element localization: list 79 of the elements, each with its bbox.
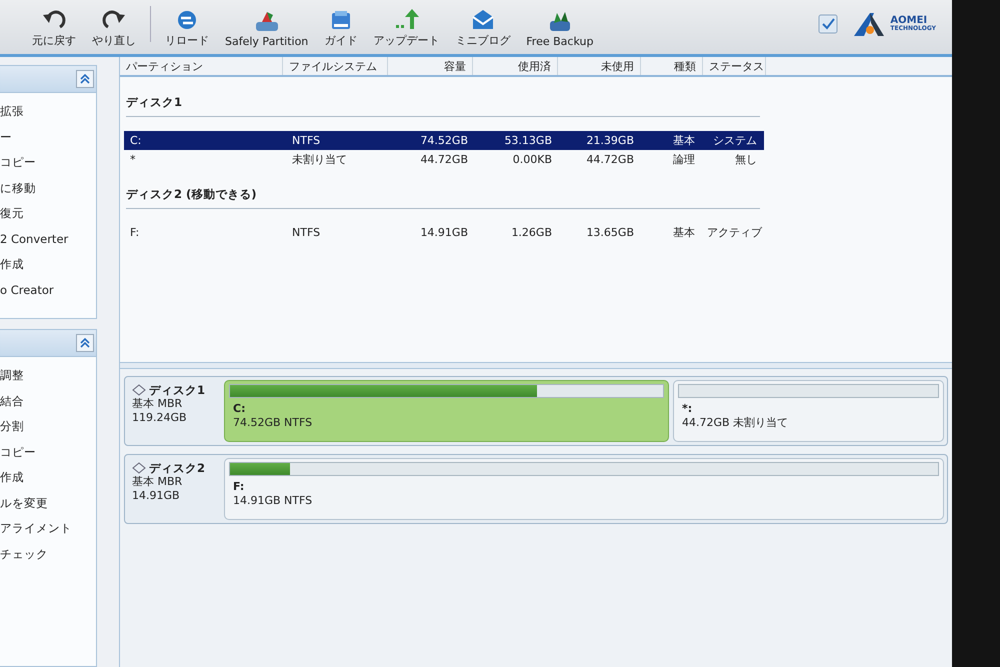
disk-name: ディスク1 (149, 383, 206, 397)
disk-size: 14.91GB (132, 489, 181, 503)
sidebar-item[interactable]: コピー (0, 150, 96, 176)
sidebar-item[interactable]: アライメント (0, 516, 96, 542)
disk-size: 119.24GB (132, 411, 188, 425)
table-cell-text: 基本 (672, 225, 696, 240)
column-header[interactable]: ファイルシステム (283, 57, 388, 75)
partition-block[interactable]: C: 74.52GB NTFS (224, 380, 669, 442)
table-cell-text: 13.65GB (585, 226, 635, 239)
table-cell-text: システム (712, 133, 758, 148)
sidebar-item[interactable]: 作成 (0, 252, 96, 278)
toolbar-button[interactable]: アップデート (365, 7, 448, 48)
toolbar-button[interactable]: ガイド (316, 7, 366, 48)
column-header[interactable]: 未使用 (558, 57, 641, 75)
partition-info: 74.52GB NTFS (232, 416, 314, 430)
double-chevron-icon (80, 338, 90, 348)
sidebar-item[interactable]: に移動 (0, 176, 96, 201)
sidebar-item[interactable]: 拡張 (0, 99, 96, 124)
sidebar-item[interactable]: チェック (0, 542, 96, 567)
table-cell-text: 1.26GB (510, 226, 553, 239)
toolbar-button[interactable]: Free Backup (518, 9, 602, 48)
partition-letter: C: (232, 402, 246, 416)
partition-letter: *: (680, 402, 694, 416)
sidebar-item[interactable]: 作成 (0, 465, 96, 490)
logo-icon (852, 11, 886, 37)
table-cell-text: 基本 (672, 133, 696, 148)
disk-heading: ディスク2 (移動できる) (126, 187, 760, 209)
sidebar-item[interactable]: 2 Converter (0, 226, 96, 252)
table-cell-text: 14.91GB (419, 226, 469, 239)
table-cell-text: 未割り当て (291, 152, 348, 167)
column-header[interactable]: 種類 (641, 57, 703, 75)
partition-letter: F: (232, 480, 246, 494)
table-cell-text: 論理 (672, 152, 696, 167)
table-cell-text: 44.72GB (585, 153, 635, 166)
table-cell-text: アクティブ (706, 225, 763, 240)
collapse-button[interactable] (76, 70, 94, 88)
partition-row[interactable]: * 未割り当て 44.72GB 0.00KB 44.72GB 論理 無し (124, 150, 764, 169)
table-cell-text: 無し (734, 152, 758, 167)
sidebar-item[interactable]: 分割 (0, 414, 96, 440)
table-cell-text: 21.39GB (585, 134, 635, 147)
disk-type: 基本 MBR (132, 397, 184, 411)
partition-row[interactable]: C: NTFS 74.52GB 53.13GB 21.39GB 基本 システム (124, 131, 764, 150)
column-header[interactable]: 容量 (388, 57, 473, 75)
table-cell-text: NTFS (291, 134, 322, 147)
table-cell-text: 53.13GB (503, 134, 553, 147)
toolbar-button[interactable]: 元に戻す (24, 7, 84, 48)
sidebar-item[interactable]: ー (0, 124, 96, 150)
disk-type: 基本 MBR (132, 475, 184, 489)
sidebar-item[interactable]: コピー (0, 440, 96, 465)
table-cell-text: 0.00KB (512, 153, 553, 166)
sidebar-item[interactable]: 調整 (0, 363, 96, 388)
partition-block[interactable]: F: 14.91GB NTFS (224, 458, 944, 520)
partition-row[interactable]: F: NTFS 14.91GB 1.26GB 13.65GB 基本 アクティブ (124, 223, 764, 242)
toolbar-button[interactable]: Safely Partition (217, 9, 316, 48)
collapse-button[interactable] (76, 334, 94, 352)
table-cell-text: 74.52GB (419, 134, 469, 147)
sidebar-item[interactable]: o Creator (0, 278, 96, 303)
column-header[interactable]: 使用済 (473, 57, 558, 75)
sidebar-item[interactable]: 復元 (0, 201, 96, 226)
disk-heading: ディスク1 (126, 95, 760, 117)
table-cell-text: F: (129, 226, 140, 239)
disk-name: ディスク2 (149, 461, 206, 475)
table-cell-text: C: (129, 134, 142, 147)
toolbar-button[interactable]: ミニブログ (447, 7, 518, 48)
partition-info: 14.91GB NTFS (232, 494, 314, 508)
table-cell-text: * (129, 153, 136, 166)
table-cell-text: NTFS (291, 226, 322, 239)
sidebar-item[interactable]: ルを変更 (0, 490, 96, 516)
toolbar-button[interactable]: やり直し (84, 7, 144, 48)
table-cell-text: 44.72GB (419, 153, 469, 166)
checkbox-icon[interactable] (818, 14, 838, 34)
column-header[interactable]: ステータス (703, 57, 766, 75)
brand-name: AOMEI (890, 16, 928, 26)
column-header[interactable]: パーティション (120, 57, 283, 75)
partition-block[interactable]: *: 44.72GB 未割り当て (672, 380, 944, 442)
toolbar-button[interactable]: リロード (157, 7, 217, 48)
partition-info: 44.72GB 未割り当て (680, 416, 790, 430)
sidebar-item[interactable]: 結合 (0, 388, 96, 414)
double-chevron-icon (80, 74, 90, 84)
